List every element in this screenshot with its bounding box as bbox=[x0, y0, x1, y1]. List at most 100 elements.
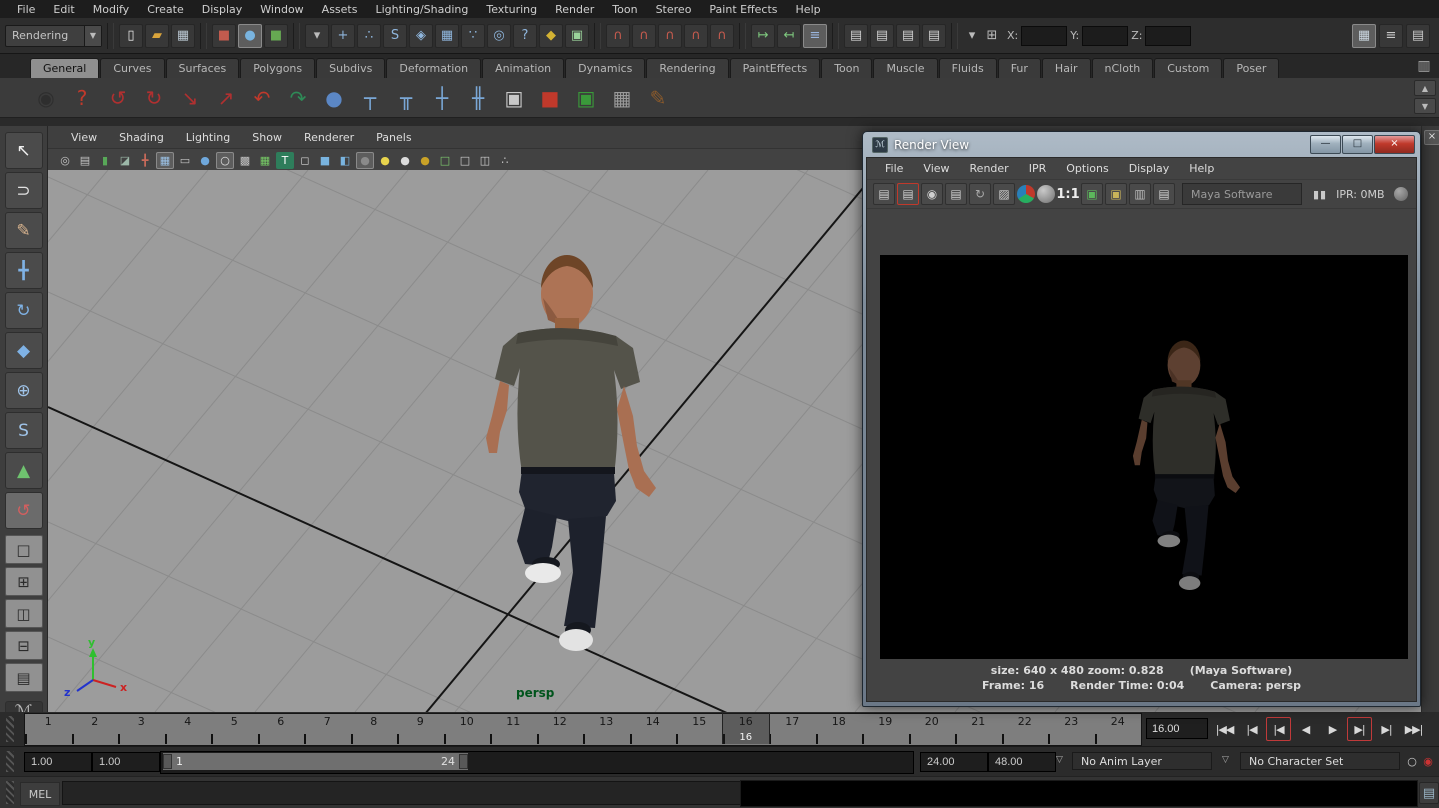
rotate-tool[interactable]: ↻ bbox=[5, 292, 43, 329]
single-pane-layout-button[interactable]: □ bbox=[5, 535, 43, 564]
snap-curve-magnet-icon[interactable]: ∩ bbox=[632, 24, 656, 48]
menu-item[interactable]: File bbox=[8, 3, 44, 16]
mask-dynamics-icon[interactable]: ∵ bbox=[461, 24, 485, 48]
close-button[interactable]: × bbox=[1374, 135, 1415, 154]
chevron-down-icon[interactable]: ▽ bbox=[1222, 755, 1229, 765]
mask-rendering-icon[interactable]: ◎ bbox=[487, 24, 511, 48]
select-hierarchy-mode-icon[interactable]: ■ bbox=[212, 24, 236, 48]
gate-mask-icon[interactable]: ▩ bbox=[236, 152, 254, 169]
camera-zoom-icon[interactable]: ↗ bbox=[210, 82, 242, 114]
remove-image-icon[interactable]: ▥ bbox=[1129, 183, 1151, 205]
renderer-dropdown[interactable]: Maya Software bbox=[1182, 183, 1302, 205]
play-forwards-button[interactable]: ▶ bbox=[1320, 717, 1345, 741]
light-white-icon[interactable]: ● bbox=[396, 152, 414, 169]
chevron-down-icon[interactable]: ▽ bbox=[1056, 755, 1063, 765]
ipr-pause-icon[interactable]: ▮▮ bbox=[1313, 188, 1327, 201]
mask-dropdown-icon[interactable]: ▾ bbox=[305, 24, 329, 48]
shelf-tab[interactable]: PaintEffects bbox=[730, 58, 821, 78]
render-view-menu-item[interactable]: IPR bbox=[1019, 162, 1057, 175]
rgb-channels-icon[interactable] bbox=[1017, 185, 1035, 203]
outputs-from-selected-icon[interactable]: ↤ bbox=[777, 24, 801, 48]
connections-icon[interactable]: ∴ bbox=[496, 152, 514, 169]
frame-cell[interactable]: 24 bbox=[1095, 714, 1142, 745]
bookmark-icon[interactable]: ▮ bbox=[96, 152, 114, 169]
show-manipulator-tool[interactable]: ▲ bbox=[5, 452, 43, 489]
rendered-image[interactable] bbox=[880, 255, 1408, 659]
timeline-grip[interactable] bbox=[6, 716, 14, 742]
lasso-select-tool[interactable]: ⊃ bbox=[5, 172, 43, 209]
tool-settings-toggle-icon[interactable]: ≡ bbox=[1379, 24, 1403, 48]
frame-cell[interactable]: 10 bbox=[444, 714, 491, 745]
viewport-menu-item[interactable]: Show bbox=[241, 131, 293, 144]
shelf-tab[interactable]: Fluids bbox=[939, 58, 997, 78]
animation-start-field[interactable] bbox=[24, 752, 92, 772]
shelf-tab[interactable]: Polygons bbox=[240, 58, 315, 78]
move-tool[interactable]: ╋ bbox=[5, 252, 43, 289]
shelf-tab[interactable]: Muscle bbox=[873, 58, 937, 78]
help-question-icon[interactable]: ? bbox=[66, 82, 98, 114]
menu-item[interactable]: Texturing bbox=[477, 3, 546, 16]
highlight-selection-icon[interactable]: ▣ bbox=[565, 24, 589, 48]
command-output-field[interactable] bbox=[740, 780, 1418, 807]
open-render-settings-icon[interactable]: ▤ bbox=[1153, 183, 1175, 205]
shelf-tab[interactable]: Rendering bbox=[646, 58, 728, 78]
y-coordinate-field[interactable] bbox=[1082, 26, 1128, 46]
mask-surfaces-icon[interactable]: ◈ bbox=[409, 24, 433, 48]
shelf-tab[interactable]: Subdivs bbox=[316, 58, 385, 78]
mask-curves-icon[interactable]: S bbox=[383, 24, 407, 48]
persp-graph-layout-button[interactable]: ⊟ bbox=[5, 631, 43, 660]
shelf-tab[interactable]: nCloth bbox=[1092, 58, 1154, 78]
character-model[interactable] bbox=[486, 255, 656, 651]
select-object-mode-icon[interactable]: ● bbox=[238, 24, 262, 48]
minimize-button[interactable]: — bbox=[1310, 135, 1341, 154]
maximize-button[interactable]: □ bbox=[1342, 135, 1373, 154]
mask-misc-icon[interactable]: ? bbox=[513, 24, 537, 48]
menu-item[interactable]: Edit bbox=[44, 3, 83, 16]
menu-set-dropdown[interactable]: Rendering ▼ bbox=[5, 25, 102, 47]
alpha-channel-icon[interactable] bbox=[1037, 185, 1055, 203]
undo-icon[interactable]: ↶ bbox=[246, 82, 278, 114]
resolution-gate-icon[interactable]: ○ bbox=[216, 152, 234, 169]
hypergraph-window-icon[interactable]: ▣ bbox=[498, 82, 530, 114]
anim-layer-dropdown[interactable]: No Anim Layer bbox=[1072, 752, 1212, 770]
field-entry-dropdown-icon[interactable]: ▾ bbox=[963, 24, 981, 48]
hypershade-persp-layout-button[interactable]: ▤ bbox=[5, 663, 43, 692]
poly-cube-icon[interactable]: ▦ bbox=[606, 82, 638, 114]
open-render-view-icon[interactable]: ▤ bbox=[844, 24, 868, 48]
shelf-tab[interactable]: Animation bbox=[482, 58, 564, 78]
shelf-tab[interactable]: General bbox=[30, 58, 99, 78]
layer-editor-toggle-icon[interactable]: ▤ bbox=[1406, 24, 1430, 48]
frame-cell[interactable]: 17 bbox=[769, 714, 816, 745]
frame-cell[interactable]: 4 bbox=[165, 714, 212, 745]
redo-icon[interactable]: ↷ bbox=[282, 82, 314, 114]
frame-cell[interactable]: 15 bbox=[676, 714, 723, 745]
go-to-end-button[interactable]: ▶▶| bbox=[1401, 717, 1426, 741]
scale-tool[interactable]: ◆ bbox=[5, 332, 43, 369]
render-region-icon[interactable]: ▨ bbox=[993, 183, 1015, 205]
range-end-handle[interactable] bbox=[459, 754, 468, 769]
wireframe-on-shaded-icon[interactable]: □ bbox=[456, 152, 474, 169]
persp-outliner-layout-button[interactable]: ◫ bbox=[5, 599, 43, 628]
grid-toggle-icon[interactable]: ▦ bbox=[156, 152, 174, 169]
open-scene-icon[interactable]: ▰ bbox=[145, 24, 169, 48]
snap-point-magnet-icon[interactable]: ∩ bbox=[658, 24, 682, 48]
ipr-render-icon[interactable]: ▤ bbox=[945, 183, 967, 205]
delete-history-icon[interactable]: ● bbox=[318, 82, 350, 114]
last-tool-used[interactable]: ↺ bbox=[5, 492, 43, 529]
frame-cell[interactable]: 21 bbox=[955, 714, 1002, 745]
menu-item[interactable]: Create bbox=[138, 3, 193, 16]
current-time-field[interactable] bbox=[1146, 718, 1208, 739]
paint-selection-tool[interactable]: ✎ bbox=[5, 212, 43, 249]
shelf-scroll-down-button[interactable]: ▼ bbox=[1414, 98, 1436, 114]
animation-end-field[interactable] bbox=[988, 752, 1056, 772]
command-line-grip[interactable] bbox=[6, 781, 14, 804]
shelf-tab[interactable]: Hair bbox=[1042, 58, 1091, 78]
menu-item[interactable]: Toon bbox=[603, 3, 646, 16]
close-icon[interactable]: × bbox=[1424, 130, 1439, 145]
frame-cell[interactable]: 7 bbox=[304, 714, 351, 745]
render-settings-icon[interactable]: ▤ bbox=[922, 24, 946, 48]
menu-item[interactable]: Assets bbox=[313, 3, 367, 16]
render-view-menu-item[interactable]: Render bbox=[960, 162, 1019, 175]
character-set-dropdown[interactable]: No Character Set bbox=[1240, 752, 1400, 770]
default-material-icon[interactable]: ● bbox=[356, 152, 374, 169]
